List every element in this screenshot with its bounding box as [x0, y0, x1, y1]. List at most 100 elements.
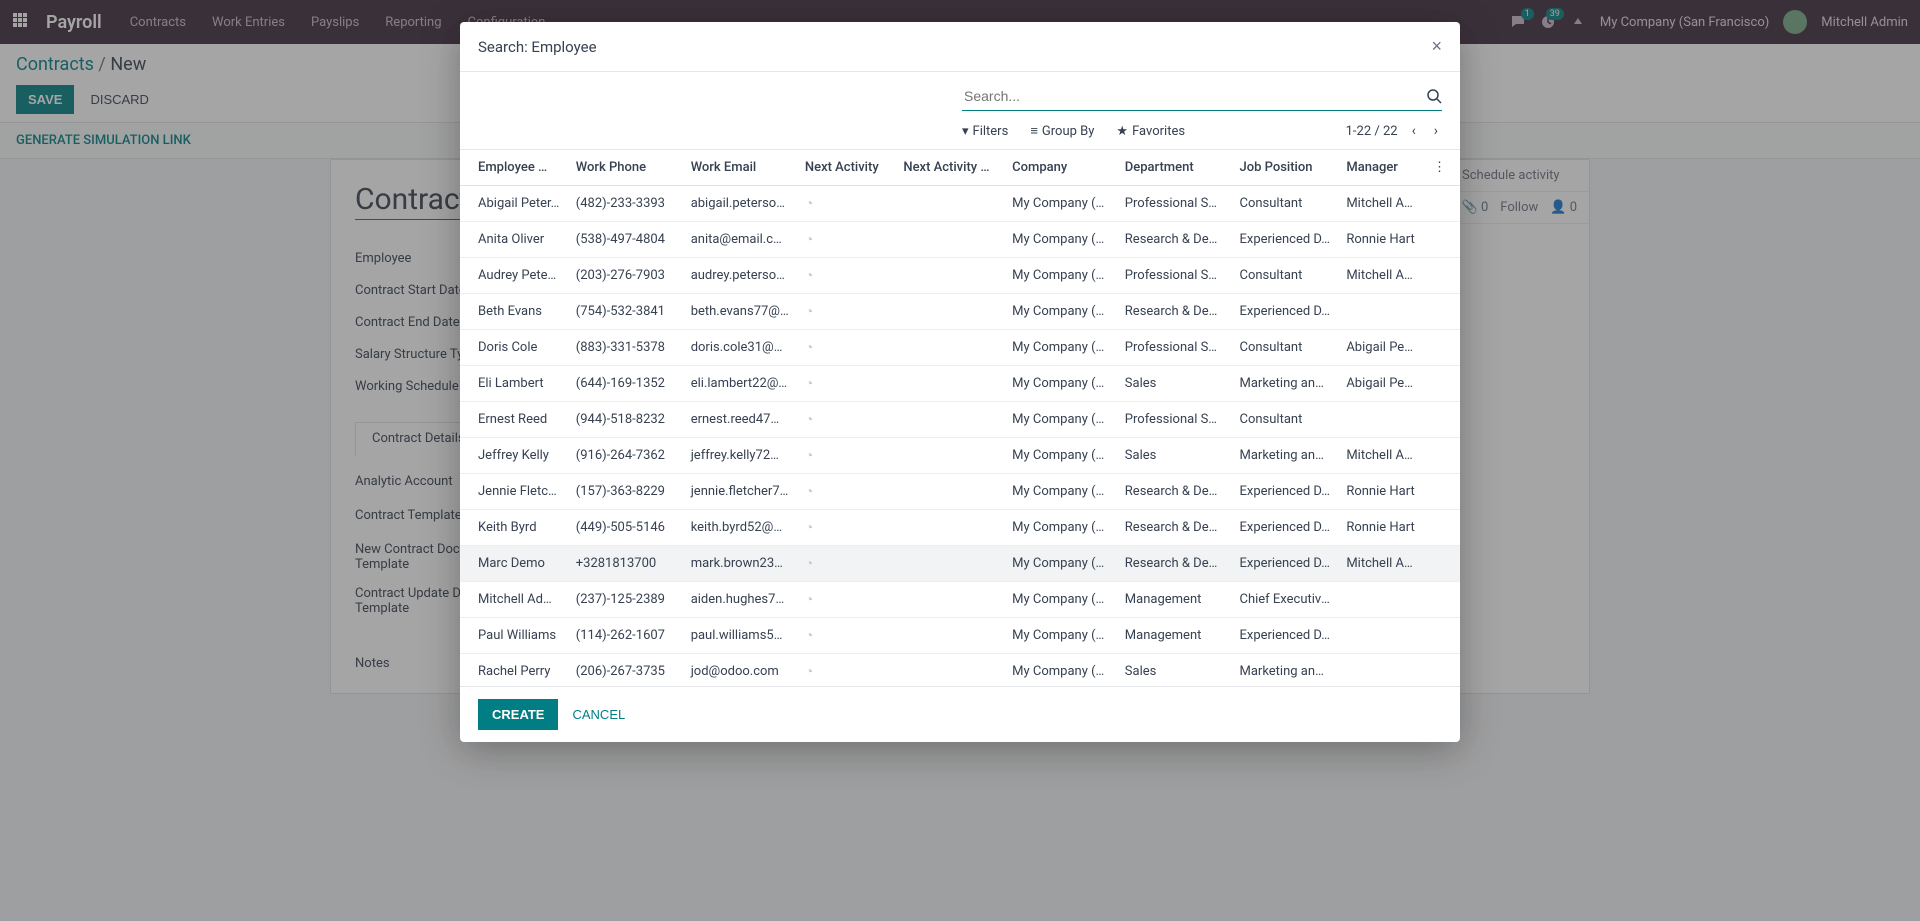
table-cell: doris.cole31@…	[683, 330, 797, 366]
table-cell: Management	[1117, 582, 1232, 618]
table-cell	[1338, 294, 1425, 330]
table-cell: mark.brown23…	[683, 546, 797, 582]
table-row[interactable]: Abigail Peter…(482)-233-3393abigail.pete…	[460, 186, 1460, 222]
table-cell: ernest.reed47…	[683, 402, 797, 438]
table-cell: Marc Demo	[460, 546, 568, 582]
table-row[interactable]: Beth Evans(754)-532-3841beth.evans77@…◔M…	[460, 294, 1460, 330]
clock-icon: ◔	[805, 484, 813, 500]
col-options-menu[interactable]: ⋮	[1425, 150, 1460, 186]
pager-range[interactable]: 1-22 / 22	[1346, 124, 1398, 139]
table-cell: My Company (…	[1004, 438, 1117, 474]
modal-cancel-button[interactable]: CANCEL	[572, 707, 625, 722]
modal-overlay: Search: Employee × ▾Filters ≡Group By ★F…	[0, 0, 1920, 921]
col-position[interactable]: Job Position	[1232, 150, 1339, 186]
table-cell: (157)-363-8229	[568, 474, 683, 510]
table-cell: Consultant	[1232, 258, 1339, 294]
table-cell: Professional S…	[1117, 402, 1232, 438]
table-cell: (754)-532-3841	[568, 294, 683, 330]
table-cell: My Company (…	[1004, 294, 1117, 330]
table-cell: (114)-262-1607	[568, 618, 683, 654]
table-cell: ◔	[797, 618, 895, 654]
table-cell: My Company (…	[1004, 402, 1117, 438]
table-cell: ◔	[797, 294, 895, 330]
table-cell: Anita Oliver	[460, 222, 568, 258]
table-row[interactable]: Mitchell Admin(237)-125-2389aiden.hughes…	[460, 582, 1460, 618]
table-row[interactable]: Rachel Perry(206)-267-3735jod@odoo.com◔M…	[460, 654, 1460, 687]
table-cell: Professional S…	[1117, 330, 1232, 366]
table-row[interactable]: Paul Williams(114)-262-1607paul.williams…	[460, 618, 1460, 654]
filters-button[interactable]: ▾Filters	[962, 123, 1008, 139]
filter-icon: ▾	[962, 124, 969, 139]
table-cell: (883)-331-5378	[568, 330, 683, 366]
table-cell	[895, 582, 1004, 618]
groupby-button[interactable]: ≡Group By	[1030, 123, 1094, 139]
favorites-button[interactable]: ★Favorites	[1116, 123, 1185, 139]
table-cell: (237)-125-2389	[568, 582, 683, 618]
pager-prev[interactable]: ‹	[1408, 119, 1420, 143]
table-cell: (203)-276-7903	[568, 258, 683, 294]
search-icon[interactable]	[1426, 88, 1442, 104]
table-cell: Mitchell Admin	[460, 582, 568, 618]
table-cell: ◔	[797, 582, 895, 618]
clock-icon: ◔	[805, 592, 813, 608]
table-cell: Keith Byrd	[460, 510, 568, 546]
table-cell	[1425, 546, 1460, 582]
table-cell: (449)-505-5146	[568, 510, 683, 546]
table-cell	[1425, 618, 1460, 654]
table-cell: Experienced D…	[1232, 294, 1339, 330]
table-cell: Paul Williams	[460, 618, 568, 654]
table-cell: eli.lambert22@…	[683, 366, 797, 402]
col-email[interactable]: Work Email	[683, 150, 797, 186]
table-cell	[1425, 330, 1460, 366]
col-phone[interactable]: Work Phone	[568, 150, 683, 186]
table-cell	[1425, 654, 1460, 687]
col-next-activity[interactable]: Next Activity	[797, 150, 895, 186]
table-cell: ◔	[797, 474, 895, 510]
col-employee[interactable]: Employee …	[460, 150, 568, 186]
table-cell: ◔	[797, 258, 895, 294]
table-cell	[1425, 258, 1460, 294]
table-cell: Ronnie Hart	[1338, 222, 1425, 258]
table-cell: Research & De…	[1117, 510, 1232, 546]
modal-title: Search: Employee	[478, 38, 597, 56]
table-cell	[1425, 294, 1460, 330]
col-department[interactable]: Department	[1117, 150, 1232, 186]
clock-icon: ◔	[805, 412, 813, 428]
col-manager[interactable]: Manager	[1338, 150, 1425, 186]
col-next-activity-date[interactable]: Next Activity …	[895, 150, 1004, 186]
table-cell: Ernest Reed	[460, 402, 568, 438]
table-cell: (916)-264-7362	[568, 438, 683, 474]
table-cell: (482)-233-3393	[568, 186, 683, 222]
table-cell: Mitchell Adm…	[1338, 546, 1425, 582]
table-cell: beth.evans77@…	[683, 294, 797, 330]
table-cell	[895, 402, 1004, 438]
table-cell: jod@odoo.com	[683, 654, 797, 687]
clock-icon: ◔	[805, 268, 813, 284]
table-row[interactable]: Anita Oliver(538)-497-4804anita@email.c……	[460, 222, 1460, 258]
table-cell: abigail.peterso…	[683, 186, 797, 222]
col-company[interactable]: Company	[1004, 150, 1117, 186]
modal-close-button[interactable]: ×	[1431, 36, 1442, 57]
table-cell: My Company (…	[1004, 618, 1117, 654]
table-row[interactable]: Marc Demo+3281813700mark.brown23…◔My Com…	[460, 546, 1460, 582]
table-row[interactable]: Keith Byrd(449)-505-5146keith.byrd52@e…◔…	[460, 510, 1460, 546]
modal-create-button[interactable]: CREATE	[478, 699, 558, 730]
modal-search-input[interactable]	[962, 82, 1426, 110]
table-cell: Research & De…	[1117, 294, 1232, 330]
table-row[interactable]: Ernest Reed(944)-518-8232ernest.reed47…◔…	[460, 402, 1460, 438]
pager-next[interactable]: ›	[1430, 119, 1442, 143]
table-row[interactable]: Doris Cole(883)-331-5378doris.cole31@…◔M…	[460, 330, 1460, 366]
table-row[interactable]: Eli Lambert(644)-169-1352eli.lambert22@……	[460, 366, 1460, 402]
table-row[interactable]: Jeffrey Kelly(916)-264-7362jeffrey.kelly…	[460, 438, 1460, 474]
table-cell: Experienced D…	[1232, 474, 1339, 510]
table-cell: ◔	[797, 222, 895, 258]
table-cell: ◔	[797, 330, 895, 366]
table-cell	[895, 510, 1004, 546]
table-row[interactable]: Jennie Fletch…(157)-363-8229jennie.fletc…	[460, 474, 1460, 510]
table-cell: Experienced D…	[1232, 618, 1339, 654]
table-cell: Jennie Fletch…	[460, 474, 568, 510]
table-cell	[895, 258, 1004, 294]
table-cell	[895, 186, 1004, 222]
table-cell: Professional S…	[1117, 258, 1232, 294]
table-row[interactable]: Audrey Peter…(203)-276-7903audrey.peters…	[460, 258, 1460, 294]
